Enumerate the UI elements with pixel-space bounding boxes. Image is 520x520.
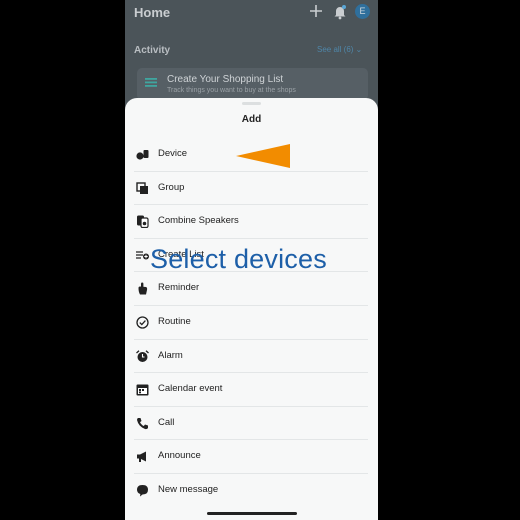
overlay-caption: Select devices: [150, 244, 327, 274]
routine-icon: [136, 316, 149, 329]
device-icon: [136, 150, 149, 160]
activity-label: Activity: [134, 45, 171, 56]
list-icon: [145, 78, 157, 87]
alarm-icon: [136, 349, 149, 362]
menu-item-alarm[interactable]: Alarm: [134, 340, 368, 374]
menu-item-label: Alarm: [158, 349, 183, 361]
menu-item-call[interactable]: Call: [134, 407, 368, 441]
sheet-handle[interactable]: [242, 102, 261, 105]
card-title: Create Your Shopping List: [167, 74, 284, 85]
plus-icon[interactable]: [309, 4, 323, 18]
see-all-label: See all (6): [317, 45, 354, 54]
orange-arrow-icon: [236, 144, 290, 168]
shopping-list-card[interactable]: Create Your Shopping List Track things y…: [137, 68, 368, 100]
add-menu: Device Group Combine Speakers Create Lis…: [134, 138, 368, 508]
menu-item-routine[interactable]: Routine: [134, 306, 368, 340]
menu-item-label: New message: [158, 483, 219, 495]
group-icon: [136, 181, 148, 194]
phone-icon: [137, 417, 148, 429]
reminder-icon: [138, 282, 148, 295]
chevron-down-icon: ⌄: [355, 45, 363, 54]
arrow-shape: [236, 144, 290, 168]
message-icon: [137, 484, 148, 497]
page-title: Home: [134, 5, 171, 20]
menu-item-group[interactable]: Group: [134, 172, 368, 206]
menu-item-announce[interactable]: Announce: [134, 440, 368, 474]
menu-item-label: Announce: [158, 450, 201, 462]
see-all-link[interactable]: See all (6) ⌄: [317, 45, 362, 54]
card-subtitle: Track things you want to buy at the shop…: [167, 87, 296, 94]
menu-item-reminder[interactable]: Reminder: [134, 272, 368, 306]
menu-item-label: Routine: [158, 315, 191, 327]
menu-item-calendar-event[interactable]: Calendar event: [134, 373, 368, 407]
top-bar: Home E: [125, 0, 378, 30]
megaphone-icon: [137, 451, 146, 463]
menu-item-label: Device: [158, 148, 188, 159]
menu-item-new-message[interactable]: New message: [134, 474, 368, 508]
menu-item-label: Calendar event: [158, 383, 223, 395]
menu-item-combine-speakers[interactable]: Combine Speakers: [134, 205, 368, 239]
home-indicator: [207, 512, 297, 515]
menu-item-label: Call: [158, 416, 175, 428]
menu-item-label: Combine Speakers: [158, 215, 239, 227]
sheet-title: Add: [241, 114, 262, 125]
calendar-icon: [136, 384, 149, 396]
list-add-icon: [136, 251, 149, 260]
bell-icon[interactable]: [333, 4, 347, 20]
avatar[interactable]: E: [355, 4, 370, 19]
menu-item-label: Group: [158, 181, 185, 193]
speakers-icon: [137, 215, 149, 229]
menu-item-label: Reminder: [158, 282, 200, 294]
